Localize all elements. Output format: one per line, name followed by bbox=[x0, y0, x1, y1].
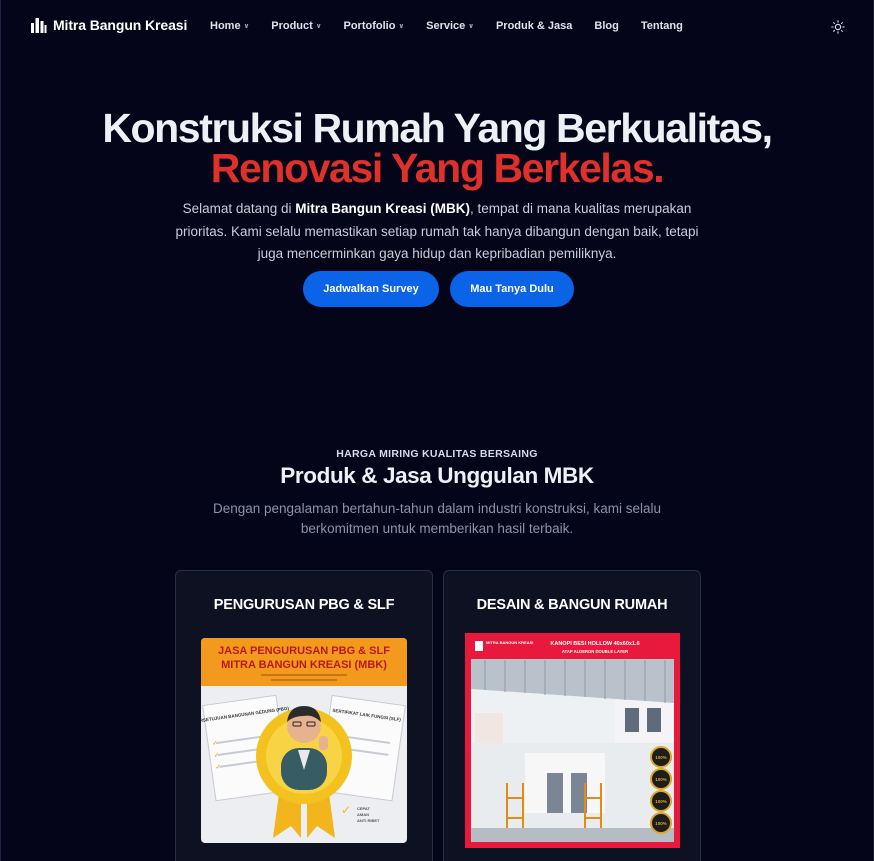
nav-item-blog[interactable]: Blog bbox=[594, 20, 618, 32]
chevron-down-icon: ∨ bbox=[398, 23, 405, 30]
nav-item-produk-jasa[interactable]: Produk & Jasa bbox=[496, 20, 572, 32]
badge-label: 100% bbox=[655, 799, 667, 804]
product-card-pbg-slf[interactable]: PENGURUSAN PBG & SLF JASA PENGURUSAN PBG… bbox=[175, 570, 433, 861]
promo-logo-text: MITRA BANGUN KREASI bbox=[486, 640, 533, 645]
nav-item-tentang[interactable]: Tentang bbox=[641, 20, 683, 32]
nav-item-label: Portofolio bbox=[343, 20, 396, 32]
promo-subheadline: MITRA BANGUN KREASI (MBK) bbox=[221, 659, 387, 671]
promo-caption: ATAP ALDERON DOUBLE LAYER bbox=[562, 649, 628, 654]
chevron-down-icon: ∨ bbox=[315, 23, 322, 30]
building-logo-icon bbox=[31, 18, 47, 33]
svg-text:✓: ✓ bbox=[212, 740, 219, 748]
chevron-down-icon: ∨ bbox=[243, 23, 250, 30]
badge-label: 100% bbox=[655, 821, 667, 826]
top-navbar: Mitra Bangun Kreasi Home ∨ Product ∨ Por… bbox=[0, 0, 874, 54]
badge-label: 100% bbox=[655, 777, 667, 782]
promo-caption: KANOPI BESI HOLLOW 40x60x1.6 bbox=[550, 641, 639, 647]
sun-icon[interactable] bbox=[831, 20, 845, 34]
hero-description: Selamat datang di Mitra Bangun Kreasi (M… bbox=[170, 198, 704, 266]
promo-headline: JASA PENGURUSAN PBG & SLF bbox=[218, 645, 390, 657]
check-label: AMAN bbox=[357, 812, 369, 817]
chevron-down-icon: ∨ bbox=[468, 23, 474, 30]
section-title: Produk & Jasa Unggulan MBK bbox=[280, 463, 594, 488]
svg-text:✓: ✓ bbox=[215, 764, 222, 772]
hero-title: Konstruksi Rumah Yang Berkualitas, bbox=[102, 105, 773, 151]
nav-item-label: Product bbox=[271, 20, 313, 32]
nav-item-service[interactable]: Service ∨ bbox=[426, 20, 474, 32]
badge-label: 100% bbox=[655, 755, 667, 760]
hero-subtitle: Renovasi Yang Berkelas. bbox=[210, 145, 665, 191]
canopy-project-image: MITRA BANGUN KREASI KANOPI BESI HOLLOW 4… bbox=[465, 633, 680, 848]
brand-name: Mitra Bangun Kreasi bbox=[53, 16, 188, 33]
nav-item-product[interactable]: Product ∨ bbox=[271, 20, 321, 32]
card-title: DESAIN & BANGUN RUMAH bbox=[476, 597, 668, 613]
check-label: ANTI RIBET bbox=[357, 818, 380, 823]
main-menu: Home ∨ Product ∨ Portofolio ∨ Service ∨ … bbox=[210, 20, 705, 32]
section-eyebrow: HARGA MIRING KUALITAS BERSAING bbox=[336, 448, 538, 460]
section-description: Dengan pengalaman bertahun-tahun dalam i… bbox=[212, 501, 661, 536]
nav-item-label: Tentang bbox=[640, 20, 683, 32]
nav-item-label: Home bbox=[210, 20, 241, 32]
brand[interactable]: Mitra Bangun Kreasi bbox=[30, 16, 187, 33]
card-title: PENGURUSAN PBG & SLF bbox=[213, 597, 395, 613]
product-card-design-build[interactable]: DESAIN & BANGUN RUMAH MITRA BANGUN KREAS… bbox=[443, 570, 701, 861]
nav-item-label: Blog bbox=[594, 20, 619, 32]
svg-text:✓: ✓ bbox=[213, 752, 220, 760]
nav-item-label: Produk & Jasa bbox=[495, 20, 573, 32]
nav-item-home[interactable]: Home ∨ bbox=[210, 20, 249, 32]
hero-desc-text: Selamat datang di bbox=[182, 201, 296, 216]
svg-text:✓: ✓ bbox=[341, 803, 351, 817]
pbg-slf-promo-image: JASA PENGURUSAN PBG & SLF MITRA BANGUN K… bbox=[201, 638, 407, 843]
nav-item-label: Service bbox=[426, 20, 466, 32]
ask-first-button[interactable]: Mau Tanya Dulu bbox=[450, 271, 574, 307]
schedule-survey-button[interactable]: Jadwalkan Survey bbox=[303, 271, 439, 307]
check-label: CEPAT bbox=[357, 806, 371, 811]
hero-desc-company: Mitra Bangun Kreasi (MBK) bbox=[295, 201, 470, 216]
nav-item-portofolio[interactable]: Portofolio ∨ bbox=[344, 20, 405, 32]
